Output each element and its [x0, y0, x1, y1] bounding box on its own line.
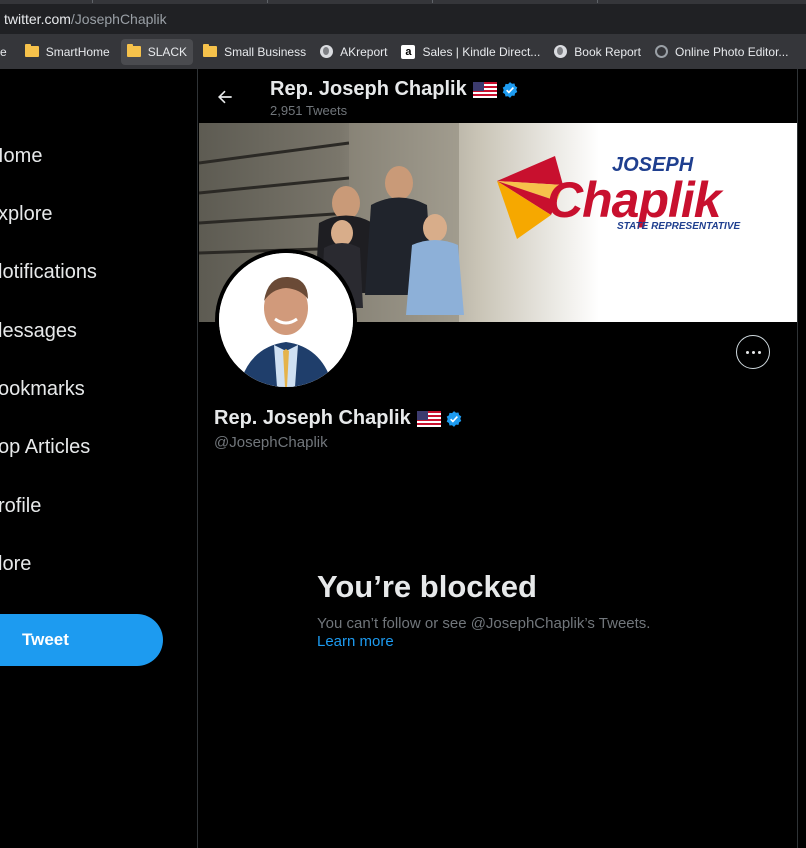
nav-explore[interactable]: xplore — [0, 203, 52, 226]
folder-icon — [203, 44, 218, 57]
tweet-button-label: Tweet — [22, 630, 69, 649]
bookmark-label: AKreport — [340, 44, 388, 59]
blocked-title: You’re blocked — [317, 569, 537, 604]
avatar-photo — [219, 253, 353, 387]
bookmark-label: Sales | Kindle Direct... — [422, 44, 541, 59]
header-name-row: Rep. Joseph Chaplik — [270, 78, 519, 101]
bookmark-akreport[interactable]: AKreport — [314, 39, 393, 65]
nav-profile[interactable]: rofile — [0, 495, 41, 518]
amazon-icon: a — [401, 44, 416, 59]
nav-messages[interactable]: lessages — [0, 320, 77, 343]
campaign-logo: JOSEPH Chaplik STATE REPRESENTATIVE — [497, 151, 767, 241]
verified-badge-icon — [502, 81, 517, 98]
bookmark-e[interactable]: e — [0, 39, 13, 65]
tweet-button[interactable]: Tweet — [0, 614, 163, 666]
nav-bookmarks[interactable]: ookmarks — [0, 378, 85, 401]
tab-divider — [92, 0, 93, 3]
verified-badge-icon — [446, 410, 461, 427]
dot-icon — [757, 350, 761, 354]
header-name: Rep. Joseph Chaplik — [270, 78, 467, 100]
blocked-notice: You’re blocked You can’t follow or see @… — [317, 569, 697, 650]
profile-column: Rep. Joseph Chaplik 2,951 Tweets JOSEPH … — [197, 69, 798, 848]
folder-icon — [126, 44, 141, 57]
bookmark-label: Online Photo Editor... — [675, 44, 789, 59]
nav-notifications[interactable]: lotifications — [0, 261, 97, 284]
globe-icon — [320, 45, 334, 58]
profile-handle: @JosephChaplik — [214, 434, 328, 451]
bookmark-label: SLACK — [147, 44, 188, 59]
aperture-icon — [655, 45, 668, 58]
avatar-portrait-illustration — [219, 253, 353, 387]
bookmark-label: Small Business — [224, 44, 307, 59]
bookmark-book-report[interactable]: Book Report — [548, 39, 647, 65]
dot-icon — [745, 350, 749, 354]
profile-avatar[interactable] — [215, 249, 357, 391]
tab-divider — [267, 0, 268, 3]
tweet-count: 2,951 Tweets — [270, 103, 348, 118]
globe-icon — [554, 45, 568, 58]
url-path: /JosephChaplik — [70, 11, 167, 27]
address-bar[interactable]: twitter.com/JosephChaplik — [0, 4, 806, 34]
us-flag-icon — [472, 81, 497, 98]
nav-more[interactable]: lore — [0, 553, 31, 576]
learn-more-link[interactable]: Learn more — [317, 633, 697, 650]
blocked-message: You can’t follow or see @JosephChaplik’s… — [317, 615, 651, 632]
logo-subtitle: STATE REPRESENTATIVE — [617, 221, 741, 232]
profile-name-row: Rep. Joseph Chaplik — [214, 407, 463, 430]
back-arrow-icon[interactable] — [215, 87, 235, 107]
bookmark-kindle-sales[interactable]: a Sales | Kindle Direct... — [395, 39, 546, 65]
bookmarks-bar: e SmartHome SLACK Small Business AKrepor… — [0, 34, 806, 69]
bookmark-photo-editor[interactable]: Online Photo Editor... — [649, 39, 794, 65]
dot-icon — [751, 350, 755, 354]
folder-icon — [24, 44, 39, 57]
sidebar-nav: Iome xplore lotifications lessages ookma… — [0, 69, 197, 848]
bookmark-smarthome[interactable]: SmartHome — [19, 39, 116, 65]
bookmark-small-business[interactable]: Small Business — [197, 39, 312, 65]
bookmark-slack[interactable]: SLACK — [120, 38, 194, 65]
us-flag-icon — [416, 410, 441, 427]
nav-home[interactable]: Iome — [0, 145, 42, 168]
bookmark-label: SmartHome — [45, 44, 110, 59]
bookmark-label: e — [0, 44, 7, 59]
tab-divider — [432, 0, 433, 3]
url-host: twitter.com — [4, 11, 71, 27]
nav-top-articles[interactable]: op Articles — [0, 436, 90, 459]
profile-name: Rep. Joseph Chaplik — [214, 407, 411, 429]
tab-divider — [597, 0, 598, 3]
bookmark-label: Book Report — [574, 44, 641, 59]
more-options-button[interactable] — [736, 335, 770, 369]
